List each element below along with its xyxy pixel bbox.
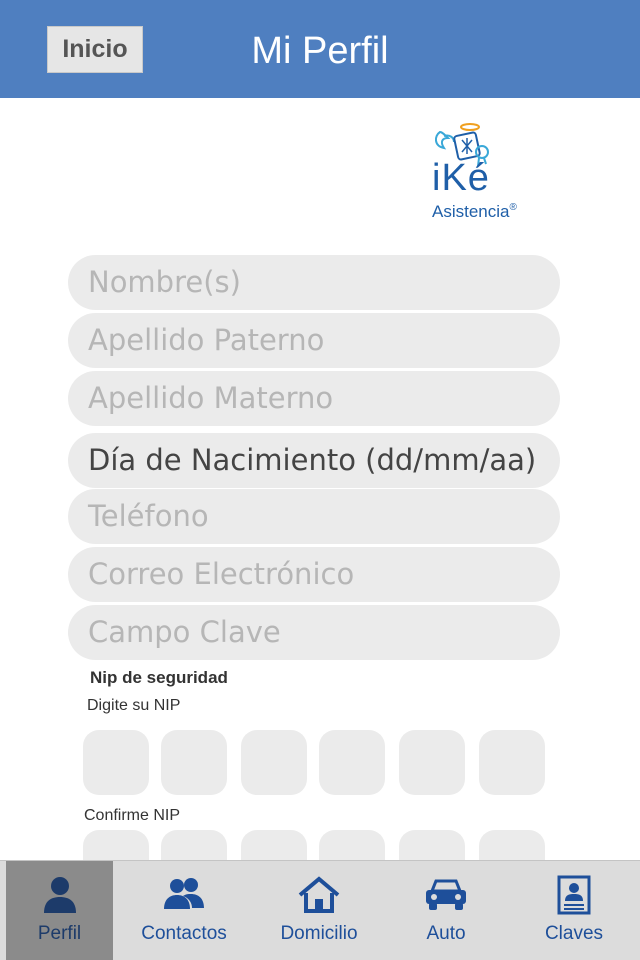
home-icon: [298, 876, 340, 913]
nip-title: Nip de seguridad: [90, 668, 228, 687]
tab-perfil[interactable]: Perfil: [6, 861, 113, 960]
tab-label-domicilio: Domicilio: [280, 923, 358, 944]
birthdate-field[interactable]: Día de Nacimiento (dd/mm/aa): [68, 433, 560, 488]
tab-label-contactos: Contactos: [141, 923, 227, 944]
paternal-surname-field[interactable]: Apellido Paterno: [68, 313, 560, 368]
phone-field[interactable]: Teléfono: [68, 489, 560, 544]
nip-digit-1[interactable]: [83, 730, 149, 795]
tab-label-claves: Claves: [544, 923, 604, 944]
header-bar: Mi Perfil Inicio: [0, 0, 640, 98]
email-field[interactable]: Correo Electrónico: [68, 547, 560, 602]
nip-enter-label: Digite su NIP: [87, 697, 181, 714]
nip-digit-6[interactable]: [479, 730, 545, 795]
logo-subtitle-text: Asistencia: [432, 202, 510, 221]
nip-digit-3[interactable]: [241, 730, 307, 795]
nip-digit-5[interactable]: [399, 730, 465, 795]
name-field[interactable]: Nombre(s): [68, 255, 560, 310]
logo-wordmark: iKé: [432, 157, 490, 199]
home-button[interactable]: Inicio: [47, 26, 143, 73]
id-card-icon: [557, 875, 591, 915]
person-icon: [43, 877, 76, 913]
tab-domicilio[interactable]: Domicilio: [262, 861, 376, 960]
key-field[interactable]: Campo Clave: [68, 605, 560, 660]
nip-digit-2[interactable]: [161, 730, 227, 795]
contacts-icon: [164, 878, 204, 909]
logo-subtitle: Asistencia®: [432, 202, 517, 222]
tab-auto[interactable]: Auto: [392, 861, 500, 960]
car-icon: [426, 879, 466, 910]
nip-confirm-label: Confirme NIP: [84, 807, 181, 824]
tab-claves[interactable]: Claves: [520, 861, 628, 960]
bottom-tab-bar: Perfil Contactos Domicilio Auto Claves: [0, 860, 640, 960]
maternal-surname-field[interactable]: Apellido Materno: [68, 371, 560, 426]
tab-label-auto: Auto: [426, 923, 466, 944]
nip-digit-4[interactable]: [319, 730, 385, 795]
ike-logo: iKé Asistencia®: [428, 122, 528, 224]
registered-mark: ®: [509, 202, 517, 213]
tab-contactos[interactable]: Contactos: [130, 861, 238, 960]
tab-label-perfil: Perfil: [37, 923, 82, 944]
